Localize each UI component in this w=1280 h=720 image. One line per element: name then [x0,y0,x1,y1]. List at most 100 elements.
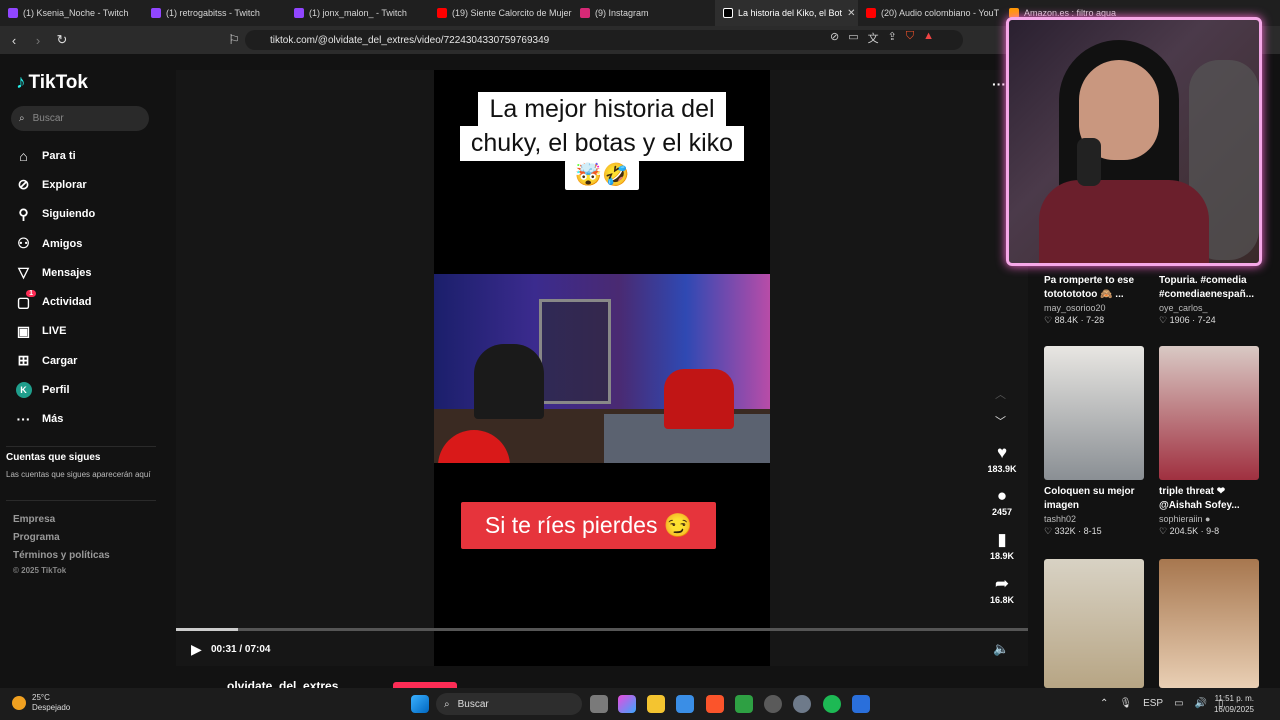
search-input[interactable]: ⌕ Buscar [11,106,149,131]
address-bar-icons: ⊘ ▭ 文 ⇪ ⛉ ▲ [830,30,934,46]
search-icon: ⌕ [19,113,25,124]
card-thumbnail[interactable] [1044,346,1144,480]
volume-icon[interactable]: 🔈 [993,641,1009,657]
messages-icon: ▽ [18,264,29,281]
file-explorer-icon[interactable] [647,695,665,713]
share-icon: ➦ [994,574,1010,593]
volume-tray-icon[interactable]: 🔊 [1195,698,1207,709]
card-thumbnail[interactable] [1044,559,1144,688]
footer-empresa[interactable]: Empresa [13,514,55,525]
app-green-icon[interactable] [735,695,753,713]
nav-actividad[interactable]: ▢ 1 Actividad [15,287,95,316]
microphone-icon[interactable]: 🎙 [1119,698,1132,709]
no-tracking-icon[interactable]: ⊘ [830,30,839,46]
comment-button[interactable]: ● 2457 [984,486,1020,517]
home-icon: ⌂ [19,147,28,164]
list-item[interactable] [1044,559,1146,688]
card-user: tashh02 [1044,514,1077,524]
card-user: may_osorioo20 [1044,303,1106,313]
translate-icon[interactable]: 文 [868,30,879,46]
task-view-icon[interactable] [590,695,608,713]
search-icon: ⌕ [444,698,450,710]
nav-mensajes[interactable]: ▽ Mensajes [15,258,95,287]
list-item[interactable]: Coloquen su mejor imagen tashh02 ♡ 332K … [1044,346,1146,537]
copilot-icon[interactable] [618,695,636,713]
nav-explorar[interactable]: ⊘ Explorar [15,170,95,199]
brave-rewards-icon[interactable]: ▲ [923,30,934,46]
close-tab-icon[interactable]: ✕ [847,8,855,19]
card-title: Topuria. #comedia #comediaenespañ... [1159,275,1255,300]
more-icon: ··· [16,411,31,428]
nav-mas[interactable]: ··· Más [15,405,95,434]
share-page-icon[interactable]: ⇪ [888,30,897,46]
tab-tiktok-active[interactable]: La historia del Kiko, el Bot ✕ [715,0,858,26]
forward-icon[interactable]: › [28,33,48,48]
progress-track[interactable] [176,628,1028,631]
network-icon[interactable]: ▭ [1174,698,1183,709]
twitch-icon [8,8,18,18]
tab-retrogabitss[interactable]: (1) retrogabitss - Twitch [143,0,286,26]
like-button[interactable]: ♥ 183.9K [984,443,1020,474]
list-item[interactable]: triple threat ❤ @Aishah Sofey... sophier… [1159,346,1261,537]
play-icon[interactable]: ▶ [191,641,202,658]
nav-para-ti[interactable]: ⌂ Para ti [15,141,95,170]
bookmark-page-icon[interactable]: ⚐ [224,32,244,48]
store-icon[interactable] [676,695,694,713]
tiktok-logo[interactable]: ♪ TikTok [16,72,88,94]
app-chrome-icon[interactable] [764,695,782,713]
footer-programa[interactable]: Programa [13,532,60,543]
youtube-icon [866,8,876,18]
tab-instagram[interactable]: (9) Instagram [572,0,715,26]
card-thumbnail[interactable] [1159,559,1259,688]
tab-youtube-audio[interactable]: (20) Audio colombiano - YouT [858,0,1001,26]
system-tray: ⌃ 🎙 ESP ▭ 🔊 ▯ [1100,698,1224,709]
card-user: sophieraiin ● [1159,514,1211,524]
list-item[interactable]: Pa romperte to ese tototototoo 🙈 ... may… [1044,274,1146,326]
windows-start-icon[interactable] [411,695,429,713]
brave-shield-icon[interactable]: ⛉ [906,30,914,46]
language-indicator[interactable]: ESP [1143,698,1163,709]
next-video-icon[interactable]: ﹀ [995,413,1006,429]
tab-jonx[interactable]: (1) jonx_malon_ - Twitch [286,0,429,26]
taskbar-search[interactable]: ⌕ Buscar [436,693,582,715]
card-thumbnail[interactable] [1159,346,1259,480]
list-item[interactable]: Topuria. #comedia #comediaenespañ... oye… [1159,274,1261,326]
share-button[interactable]: ➦ 16.8K [984,574,1020,605]
person-right [664,369,734,429]
nav-cargar[interactable]: ⊞ Cargar [15,346,95,375]
streaming-app-icon[interactable] [852,695,870,713]
video-caption: La mejor historia del chuky, el botas y … [440,92,764,190]
previous-video-icon[interactable]: ︿ [995,386,1006,402]
tab-youtube-calorcito[interactable]: (19) Siente Calorcito de Mujer [429,0,572,26]
spotify-icon[interactable] [823,695,841,713]
upload-icon: ⊞ [17,352,30,369]
brave-icon[interactable] [706,695,724,713]
youtube-icon [437,8,447,18]
reload-icon[interactable]: ↻ [52,32,72,48]
twitch-icon [294,8,304,18]
cast-icon[interactable]: ▭ [848,30,858,46]
clock[interactable]: 11:51 p. m. 16/09/2025 [1208,693,1254,715]
card-stats: ♡ 88.4K · 7-28 [1044,315,1105,325]
tiktok-icon [723,8,733,18]
nav-amigos[interactable]: ⚇ Amigos [15,229,95,258]
copyright: © 2025 TikTok [13,566,67,575]
author-name[interactable]: olvidate_del_extres [227,679,338,688]
settings-icon[interactable] [793,695,811,713]
chevron-up-icon[interactable]: ⌃ [1100,698,1108,709]
back-icon[interactable]: ‹ [4,33,24,48]
nav-perfil[interactable]: K Perfil [15,375,95,404]
more-options-icon[interactable]: ··· [992,76,1006,92]
divider [6,446,156,447]
weather-widget[interactable]: 25°C Despejado [12,693,70,713]
nav-live[interactable]: ▣ LIVE [15,317,95,346]
footer-terminos[interactable]: Términos y políticas [13,550,110,561]
divider [6,500,156,501]
nav-siguiendo[interactable]: ⚲ Siguiendo [15,200,95,229]
list-item[interactable] [1159,559,1261,688]
red-caption: Si te ríes pierdes 😏 [461,502,716,549]
bookmark-button[interactable]: ▮ 18.9K [984,530,1020,561]
theater-screen [539,299,611,404]
tab-ksenia[interactable]: (1) Ksenia_Noche - Twitch [0,0,143,26]
main-nav: ⌂ Para ti ⊘ Explorar ⚲ Siguiendo ⚇ Amigos ▽ M… [15,141,95,434]
